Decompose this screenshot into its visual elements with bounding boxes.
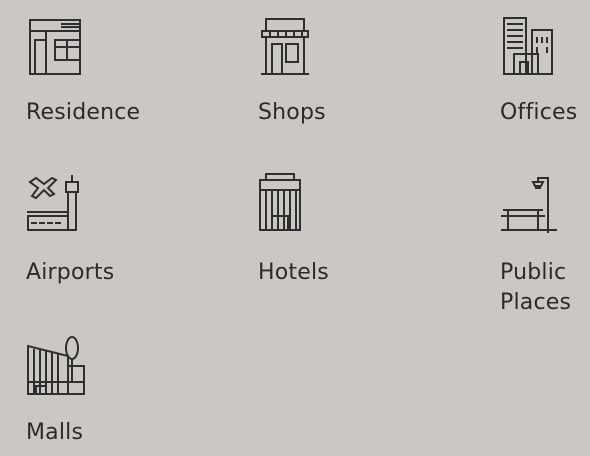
category-tile-hotels[interactable]: Hotels <box>258 172 428 292</box>
park-bench-streetlight-icon <box>500 172 564 236</box>
category-tile-offices[interactable]: Offices <box>500 16 590 136</box>
airport-icon <box>26 172 90 236</box>
shop-icon <box>258 16 322 80</box>
category-tile-airports[interactable]: Airports <box>26 172 196 292</box>
category-label: Public Places <box>500 260 572 315</box>
category-label: Residence <box>26 100 141 125</box>
office-building-icon <box>500 16 564 80</box>
category-label: Airports <box>26 260 115 285</box>
hotel-icon <box>258 172 322 236</box>
category-label: Hotels <box>258 260 329 285</box>
category-tile-shops[interactable]: Shops <box>258 16 428 136</box>
mall-icon <box>26 336 90 400</box>
category-label: Malls <box>26 420 84 445</box>
category-label: Offices <box>500 100 578 125</box>
residence-icon <box>26 16 90 80</box>
category-label: Shops <box>258 100 326 125</box>
category-tile-public-places[interactable]: Public Places <box>500 172 590 315</box>
category-tile-malls[interactable]: Malls <box>26 336 196 456</box>
category-tile-residence[interactable]: Residence <box>26 16 196 136</box>
